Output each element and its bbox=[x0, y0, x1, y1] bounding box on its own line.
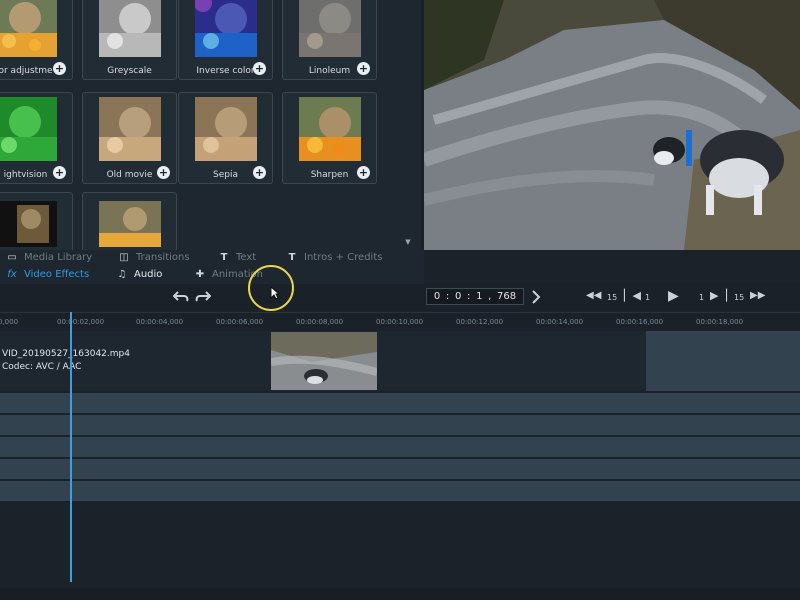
tab-intros-credits[interactable]: T Intros + Credits bbox=[286, 252, 383, 263]
puzzle-icon: ✚ bbox=[195, 269, 205, 280]
effect-tile-greyscale[interactable]: Greyscale bbox=[82, 0, 177, 80]
intros-icon: T bbox=[288, 252, 296, 263]
effect-tile-inverse-color[interactable]: Inverse color + bbox=[178, 0, 273, 80]
timeline-track[interactable] bbox=[0, 415, 800, 435]
timecode-minutes: 0 bbox=[454, 291, 462, 302]
transport-bar: 0 : 0 : 1 , 768 ◀◀ 15 ▏◀ 1 ▶ 1 ▶▕ 15 ▶▶ bbox=[0, 284, 800, 310]
effect-tile-nightvision[interactable]: ightvision + bbox=[0, 92, 73, 184]
ruler-tick: 00:00:08,000 bbox=[296, 318, 344, 326]
chevron-right-icon[interactable] bbox=[531, 290, 541, 304]
skip-forward-frames: 15 bbox=[734, 293, 745, 302]
ruler-tick: 00:00:02,000 bbox=[57, 318, 105, 326]
timecode-separator: , bbox=[488, 291, 492, 302]
tab-label: Media Library bbox=[24, 252, 93, 263]
ruler-tick: 0,000 bbox=[0, 318, 19, 326]
tab-video-effects[interactable]: fx Video Effects bbox=[6, 269, 89, 280]
add-effect-button[interactable]: + bbox=[253, 62, 266, 75]
effect-tile-sharpen[interactable]: Sharpen + bbox=[282, 92, 377, 184]
folder-icon: ▭ bbox=[7, 252, 17, 263]
video-clip[interactable]: VID_20190527_163042.mp4 Codec: AVC / AAC bbox=[0, 331, 646, 391]
skip-back-icon[interactable]: ◀◀ bbox=[586, 290, 601, 301]
tab-media-library[interactable]: ▭ Media Library bbox=[6, 252, 92, 263]
tab-label: Text bbox=[236, 252, 257, 263]
fx-icon: fx bbox=[7, 269, 17, 280]
tab-label: Video Effects bbox=[24, 269, 90, 280]
timeline-track[interactable] bbox=[0, 437, 800, 457]
clip-thumbnail bbox=[271, 332, 377, 390]
timecode-display[interactable]: 0 : 0 : 1 , 768 bbox=[426, 288, 524, 305]
step-forward-frames: 1 bbox=[699, 293, 705, 302]
redo-icon[interactable] bbox=[195, 289, 211, 303]
effect-thumbnail bbox=[99, 201, 161, 247]
tab-label: Transitions bbox=[136, 252, 190, 263]
library-tabs: ▭ Media Library ◫ Transitions T Text T I… bbox=[0, 250, 424, 284]
step-forward-icon[interactable]: ▶▕ bbox=[710, 289, 727, 302]
timecode-hours: 0 bbox=[433, 291, 441, 302]
step-back-frames: 1 bbox=[645, 293, 651, 302]
timeline-track[interactable] bbox=[0, 393, 800, 413]
scroll-down-arrow-icon[interactable]: ▼ bbox=[404, 238, 412, 246]
timeline-track[interactable] bbox=[0, 459, 800, 479]
effect-thumbnail bbox=[0, 201, 57, 247]
preview-frame bbox=[424, 0, 800, 250]
text-icon: T bbox=[220, 252, 228, 263]
add-effect-button[interactable]: + bbox=[53, 166, 66, 179]
effect-thumbnail bbox=[99, 97, 161, 161]
effect-thumbnail bbox=[195, 0, 257, 57]
play-icon[interactable]: ▶ bbox=[668, 288, 679, 304]
effect-thumbnail bbox=[0, 0, 57, 57]
timeline-track[interactable] bbox=[0, 481, 800, 501]
transitions-icon: ◫ bbox=[119, 252, 129, 263]
timecode-milliseconds: 768 bbox=[497, 291, 517, 302]
effect-tile-color-adjustment[interactable]: or adjustme + bbox=[0, 0, 73, 80]
skip-forward-icon[interactable]: ▶▶ bbox=[750, 290, 765, 301]
music-icon: ♫ bbox=[117, 269, 127, 280]
video-preview bbox=[424, 0, 800, 250]
ruler-tick: 00:00:06,000 bbox=[216, 318, 264, 326]
ruler-tick: 00:00:16,000 bbox=[616, 318, 664, 326]
effect-tile-linoleum[interactable]: Linoleum + bbox=[282, 0, 377, 80]
effect-label: Greyscale bbox=[107, 66, 152, 76]
effect-tile[interactable] bbox=[0, 192, 73, 250]
clip-filename: VID_20190527_163042.mp4 bbox=[2, 349, 130, 359]
effect-thumbnail bbox=[299, 97, 361, 161]
timecode-separator: : bbox=[467, 291, 471, 302]
step-back-icon[interactable]: ▏◀ bbox=[624, 289, 641, 302]
tab-transitions[interactable]: ◫ Transitions bbox=[118, 252, 190, 263]
undo-icon[interactable] bbox=[173, 289, 189, 303]
effect-thumbnail bbox=[99, 0, 161, 57]
tab-label: Audio bbox=[134, 269, 163, 280]
timeline-ruler[interactable]: 0,000 00:00:02,000 00:00:04,000 00:00:06… bbox=[0, 312, 800, 329]
add-effect-button[interactable]: + bbox=[53, 62, 66, 75]
ruler-tick: 00:00:12,000 bbox=[456, 318, 504, 326]
add-effect-button[interactable]: + bbox=[357, 62, 370, 75]
effect-thumbnail bbox=[299, 0, 361, 57]
effect-tile-sepia[interactable]: Sepia + bbox=[178, 92, 273, 184]
ruler-tick: 00:00:10,000 bbox=[376, 318, 424, 326]
empty-track-area[interactable] bbox=[646, 331, 800, 391]
playhead[interactable] bbox=[70, 312, 72, 582]
effect-tile[interactable] bbox=[82, 192, 177, 250]
tab-text[interactable]: T Text bbox=[218, 252, 257, 263]
timeline-horizontal-scrollbar[interactable] bbox=[0, 588, 800, 600]
add-effect-button[interactable]: + bbox=[253, 166, 266, 179]
ruler-tick: 00:00:18,000 bbox=[696, 318, 744, 326]
effects-scrollbar[interactable]: ▼ bbox=[404, 0, 412, 250]
tab-audio[interactable]: ♫ Audio bbox=[116, 269, 163, 280]
timecode-seconds: 1 bbox=[476, 291, 483, 302]
ruler-tick: 00:00:14,000 bbox=[536, 318, 584, 326]
mouse-pointer-icon bbox=[270, 286, 280, 300]
effect-thumbnail bbox=[195, 97, 257, 161]
ruler-tick: 00:00:04,000 bbox=[136, 318, 184, 326]
timecode-separator: : bbox=[445, 291, 450, 302]
add-effect-button[interactable]: + bbox=[157, 166, 170, 179]
video-effects-panel: or adjustme + Greyscale Inverse color + … bbox=[0, 0, 421, 250]
effect-thumbnail bbox=[0, 97, 57, 161]
effect-tile-old-movie[interactable]: Old movie + bbox=[82, 92, 177, 184]
tab-label: Intros + Credits bbox=[304, 252, 383, 263]
add-effect-button[interactable]: + bbox=[357, 166, 370, 179]
skip-back-frames: 15 bbox=[607, 293, 618, 302]
